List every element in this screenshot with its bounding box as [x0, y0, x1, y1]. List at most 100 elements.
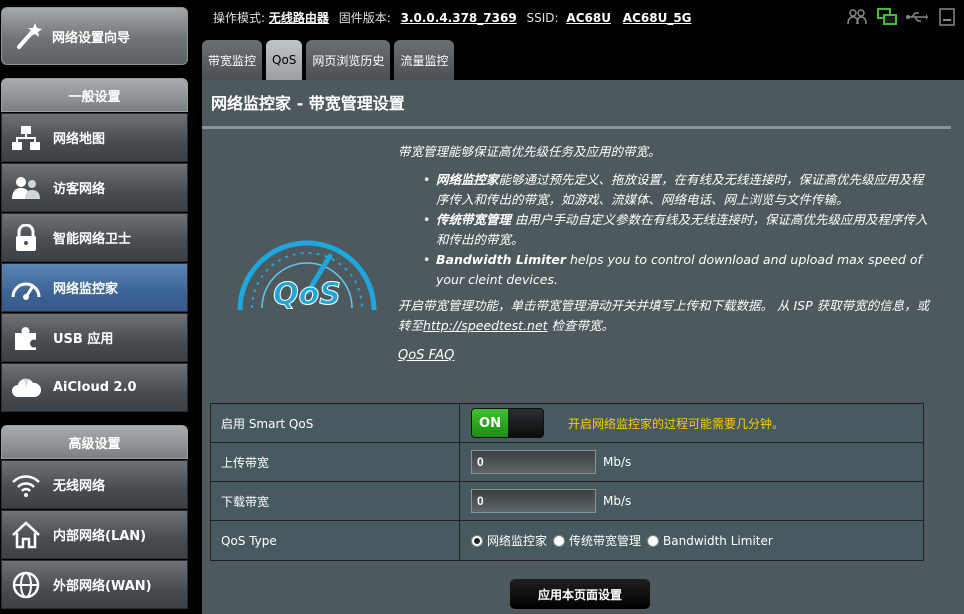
radio-dot	[553, 534, 566, 547]
feature-name: 传统带宽管理	[436, 212, 512, 227]
firmware-label: 固件版本:	[338, 11, 391, 25]
wifi-icon	[10, 469, 42, 501]
enable-text-end: 检查带宽。	[547, 318, 615, 333]
sidebar-item-aicloud[interactable]: AiCloud 2.0	[1, 363, 188, 412]
guest-network-icon	[10, 172, 42, 204]
status-icons	[846, 6, 958, 28]
network-status-icon[interactable]	[876, 6, 898, 28]
sidebar-item-lan[interactable]: 内部网络(LAN)	[1, 510, 188, 559]
speedtest-link[interactable]: http://speedtest.net	[423, 318, 548, 333]
top-status-bar: 操作模式: 无线路由器 固件版本: 3.0.0.4.378_7369 SSID:…	[202, 0, 964, 36]
feature-list: 网络监控家能够通过预先定义、拖放设置，在有线及无线连接时，保证高优先级应用及程序…	[423, 170, 930, 290]
sidebar-item-label: 无线网络	[53, 479, 106, 494]
upload-bandwidth-cell: Mb/s	[460, 443, 923, 481]
sidebar-item-wireless[interactable]: 无线网络	[1, 460, 188, 509]
speedometer-icon	[10, 272, 42, 304]
title-divider	[202, 126, 951, 129]
tab-traffic-monitor[interactable]: 流量监控	[394, 40, 455, 80]
operation-mode-link[interactable]: 无线路由器	[269, 11, 329, 25]
qos-type-radio-bandwidth-limiter[interactable]: Bandwidth Limiter	[647, 534, 773, 548]
sidebar-item-label: 访客网络	[53, 182, 106, 197]
home-icon	[10, 519, 42, 551]
sidebar-item-adaptive-qos[interactable]: 网络监控家	[1, 263, 188, 312]
clients-icon[interactable]	[846, 6, 868, 28]
sidebar-item-usb-application[interactable]: USB 应用	[1, 313, 188, 362]
status-info: 操作模式: 无线路由器 固件版本: 3.0.0.4.378_7369 SSID:…	[213, 9, 698, 26]
upload-bandwidth-label: 上传带宽	[211, 443, 460, 481]
sidebar-item-network-map[interactable]: 网络地图	[1, 113, 188, 162]
network-map-icon	[10, 122, 42, 154]
tab-bandwidth-monitor[interactable]: 带宽监控	[202, 40, 263, 80]
sidebar-item-guest-network[interactable]: 访客网络	[1, 163, 188, 212]
qos-description: 带宽管理能够保证高优先级任务及应用的带宽。 网络监控家能够通过预先定义、拖放设置…	[398, 142, 930, 366]
qos-panel: 网络监控家 - 带宽管理设置 QoS 带宽管理能够保证高优先级任务及应用的带宽。…	[202, 80, 964, 614]
smart-qos-cell: ON 开启网络监控家的过程可能需要几分钟。	[460, 404, 923, 442]
magic-wand-icon	[10, 18, 46, 54]
smart-qos-toggle[interactable]: ON	[471, 408, 544, 438]
table-row: 下载带宽 Mb/s	[211, 482, 923, 521]
table-row: 启用 Smart QoS ON 开启网络监控家的过程可能需要几分钟。	[211, 404, 923, 443]
sidebar: 网络设置向导 一般设置 网络地图 访客网络 智能网络卫士 网络监控家 USB 应…	[0, 0, 191, 614]
printer-icon[interactable]	[936, 6, 958, 28]
download-bandwidth-input[interactable]	[471, 489, 596, 513]
puzzle-icon	[10, 322, 42, 354]
cloud-icon	[10, 372, 42, 404]
toggle-knob	[508, 409, 543, 437]
intro-text: 带宽管理能够保证高优先级任务及应用的带宽。	[398, 144, 661, 159]
radio-dot	[647, 534, 660, 547]
ssid-24g-link[interactable]: AC68U	[566, 11, 611, 25]
tab-web-history[interactable]: 网页浏览历史	[306, 40, 391, 80]
download-bandwidth-cell: Mb/s	[460, 482, 923, 520]
qos-logo: QoS	[232, 220, 382, 315]
ssid-5g-link[interactable]: AC68U_5G	[623, 11, 692, 25]
list-item: Bandwidth Limiter helps you to control d…	[423, 250, 930, 290]
feature-name: 网络监控家	[436, 172, 499, 187]
lock-icon	[10, 222, 42, 254]
radio-label: 网络监控家	[487, 534, 548, 548]
sidebar-item-aiprotection[interactable]: 智能网络卫士	[1, 213, 188, 262]
sidebar-item-label: 网络地图	[53, 132, 106, 147]
smart-qos-label: 启用 Smart QoS	[211, 404, 460, 442]
advanced-settings-header: 高级设置	[1, 425, 188, 459]
table-row: QoS Type 网络监控家 传统带宽管理 Bandwidth Limiter	[211, 521, 923, 560]
sidebar-item-label: 网络监控家	[53, 282, 119, 297]
qos-type-radio-adaptive[interactable]: 网络监控家	[471, 532, 547, 549]
qos-type-radio-traditional[interactable]: 传统带宽管理	[553, 532, 641, 549]
ssid-label: SSID:	[526, 11, 559, 25]
radio-label: Bandwidth Limiter	[663, 533, 773, 548]
smart-qos-note: 开启网络监控家的过程可能需要几分钟。	[568, 416, 785, 431]
radio-label: 传统带宽管理	[569, 534, 642, 548]
firmware-version-link[interactable]: 3.0.0.4.378_7369	[401, 11, 517, 25]
download-bandwidth-label: 下载带宽	[211, 482, 460, 520]
sidebar-item-label: 智能网络卫士	[53, 232, 132, 247]
quick-setup-wizard-button[interactable]: 网络设置向导	[1, 7, 188, 65]
upload-unit: Mb/s	[603, 455, 632, 469]
qos-settings-table: 启用 Smart QoS ON 开启网络监控家的过程可能需要几分钟。 上传带宽 …	[210, 403, 924, 561]
qos-faq-link[interactable]: QoS FAQ	[398, 346, 454, 366]
toggle-on-label: ON	[472, 409, 508, 437]
sidebar-item-label: 外部网络(WAN)	[53, 579, 152, 594]
general-settings-header: 一般设置	[1, 78, 188, 112]
page-title: 网络监控家 - 带宽管理设置	[211, 94, 405, 113]
feature-name: Bandwidth Limiter	[436, 252, 566, 267]
qos-type-cell: 网络监控家 传统带宽管理 Bandwidth Limiter	[460, 521, 923, 560]
operation-mode-label: 操作模式:	[213, 11, 266, 25]
upload-bandwidth-input[interactable]	[471, 450, 596, 474]
usb-icon[interactable]	[906, 6, 928, 28]
list-item: 网络监控家能够通过预先定义、拖放设置，在有线及无线连接时，保证高优先级应用及程序…	[423, 170, 930, 210]
qos-type-label: QoS Type	[211, 521, 460, 560]
list-item: 传统带宽管理 由用户手动自定义参数在有线及无线连接时，保证高优先级应用及程序传入…	[423, 210, 930, 250]
qos-logo-text: QoS	[273, 277, 341, 312]
enable-instructions: 开启带宽管理功能，单击带宽管理滑动开关并填写上传和下载数据。 从 ISP 获取带…	[398, 296, 930, 336]
feature-text: 能够通过预先定义、拖放设置，在有线及无线连接时，保证高优先级应用及程序传入和传出…	[436, 172, 924, 207]
tab-bar: 带宽监控 QoS 网页浏览历史 流量监控	[202, 40, 455, 80]
sidebar-item-wan[interactable]: 外部网络(WAN)	[1, 560, 188, 609]
apply-button[interactable]: 应用本页面设置	[509, 578, 651, 610]
sidebar-item-label: 内部网络(LAN)	[53, 529, 147, 544]
globe-icon	[10, 569, 42, 601]
sidebar-item-label: USB 应用	[53, 332, 114, 347]
tab-qos[interactable]: QoS	[266, 40, 303, 80]
radio-dot	[471, 534, 483, 547]
sidebar-item-label: AiCloud 2.0	[53, 380, 137, 395]
router-admin-page: 网络设置向导 一般设置 网络地图 访客网络 智能网络卫士 网络监控家 USB 应…	[0, 0, 964, 614]
